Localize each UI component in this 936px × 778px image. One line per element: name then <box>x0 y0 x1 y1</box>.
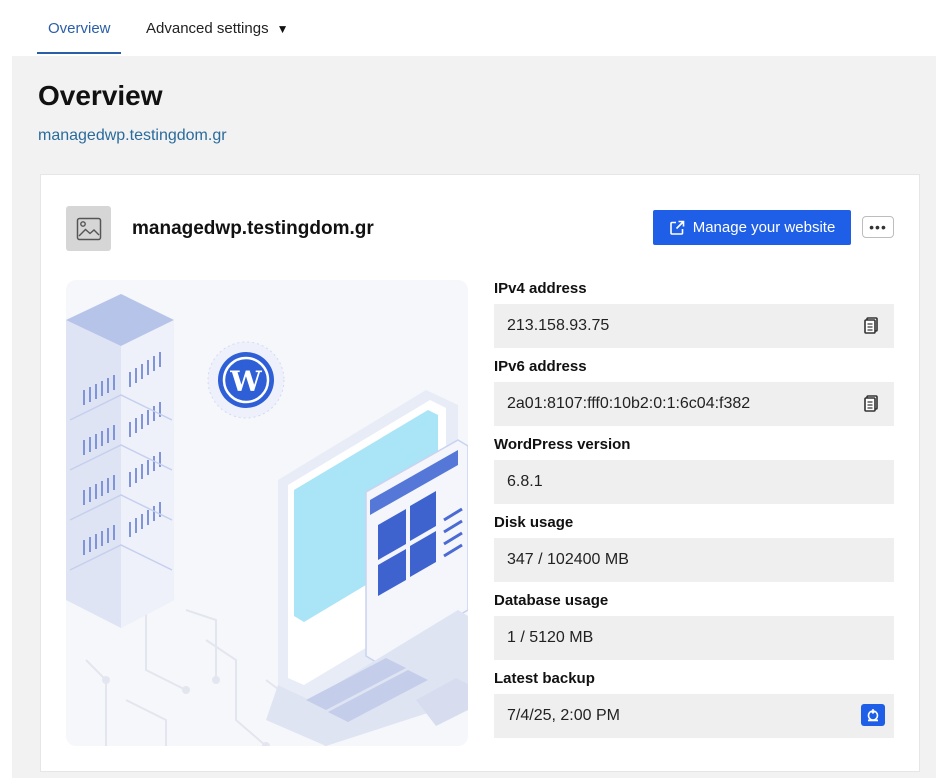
restore-backup-icon <box>867 709 879 722</box>
site-name: managedwp.testingdom.gr <box>132 218 374 239</box>
disk-usage-value: 347 / 102400 MB <box>507 551 629 568</box>
wordpress-hosting-illustration: W <box>66 280 468 746</box>
external-link-icon <box>669 220 685 235</box>
ipv6-value: 2a01:8107:fff0:10b2:0:1:6c04:f382 <box>507 395 751 412</box>
tab-bar: Overview Advanced settings ▼ <box>0 0 936 56</box>
image-placeholder-icon <box>66 206 111 251</box>
database-usage-field: 1 / 5120 MB <box>494 616 894 660</box>
database-usage-value: 1 / 5120 MB <box>507 629 594 646</box>
latest-backup-field: 7/4/25, 2:00 PM <box>494 694 894 738</box>
copy-icon[interactable] <box>864 395 878 417</box>
site-details: IPv4 address 213.158.93.75 IPv6 address … <box>494 278 894 746</box>
more-options-label: ••• <box>869 219 887 235</box>
wordpress-version-value: 6.8.1 <box>507 473 543 490</box>
website-card: managedwp.testingdom.gr Manage your webs… <box>40 174 920 772</box>
caret-down-icon: ▼ <box>276 22 289 36</box>
ipv4-label: IPv4 address <box>494 280 587 297</box>
tab-advanced-settings-label: Advanced settings <box>146 20 269 37</box>
latest-backup-label: Latest backup <box>494 670 595 687</box>
latest-backup-value: 7/4/25, 2:00 PM <box>507 707 620 724</box>
wordpress-version-field: 6.8.1 <box>494 460 894 504</box>
disk-usage-field: 347 / 102400 MB <box>494 538 894 582</box>
svg-text:W: W <box>229 365 262 398</box>
tab-overview[interactable]: Overview <box>37 20 121 54</box>
main-content: Overview managedwp.testingdom.gr managed… <box>12 56 936 778</box>
domain-link[interactable]: managedwp.testingdom.gr <box>38 127 227 145</box>
tab-advanced-settings[interactable]: Advanced settings ▼ <box>146 20 288 37</box>
ipv4-value: 213.158.93.75 <box>507 317 610 334</box>
disk-usage-label: Disk usage <box>494 514 574 531</box>
ipv6-field: 2a01:8107:fff0:10b2:0:1:6c04:f382 <box>494 382 894 426</box>
copy-icon[interactable] <box>864 317 878 339</box>
ipv6-label: IPv6 address <box>494 358 587 375</box>
page-title: Overview <box>38 80 163 111</box>
restore-backup-button[interactable] <box>861 704 885 726</box>
wordpress-version-label: WordPress version <box>494 436 631 453</box>
tab-active-indicator <box>37 52 121 54</box>
manage-website-label: Manage your website <box>692 219 836 236</box>
more-options-button[interactable]: ••• <box>862 216 894 238</box>
database-usage-label: Database usage <box>494 592 609 609</box>
manage-website-button[interactable]: Manage your website <box>653 210 851 245</box>
ipv4-field: 213.158.93.75 <box>494 304 894 348</box>
tab-overview-label: Overview <box>48 20 111 37</box>
